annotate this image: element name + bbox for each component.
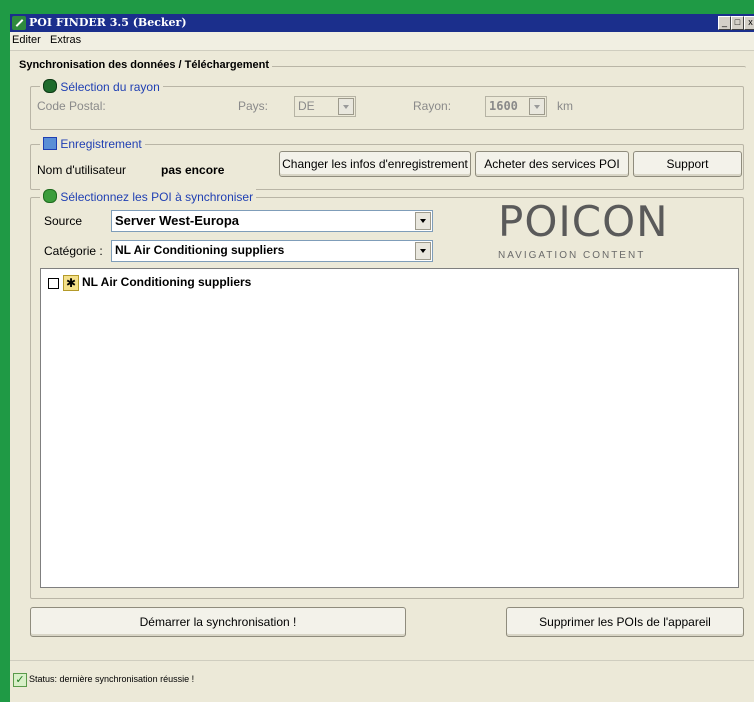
postal-code-label: Code Postal: [37, 99, 106, 113]
change-registration-button[interactable]: Changer les infos d'enregistrement [279, 151, 471, 177]
sync-icon [43, 189, 57, 203]
username-value: pas encore [161, 163, 225, 177]
sync-group-title: Synchronisation des données / Télécharge… [16, 59, 273, 71]
source-select-value: Server West-Europa [115, 213, 240, 228]
status-text: Status: dernière synchronisation réussie… [29, 674, 195, 684]
status-bar: ✓ Status: dernière synchronisation réuss… [10, 660, 754, 702]
app-logo-icon [12, 16, 26, 30]
chevron-down-icon[interactable] [529, 98, 545, 115]
chevron-down-icon[interactable] [415, 212, 431, 230]
minimize-button[interactable]: _ [718, 16, 731, 30]
poi-group-title-wrap: Sélectionnez les POI à synchroniser [40, 189, 257, 204]
category-select-value: NL Air Conditioning suppliers [115, 243, 285, 257]
poicon-logo: POICON [498, 197, 669, 246]
poicon-logo-subtitle: NAVIGATION CONTENT [498, 250, 646, 261]
window-title: POI FINDER 3.5 (Becker) [29, 16, 187, 29]
category-select[interactable]: NL Air Conditioning suppliers [111, 240, 433, 262]
source-select[interactable]: Server West-Europa [111, 210, 433, 232]
title-bar[interactable]: POI FINDER 3.5 (Becker) _ □ x [10, 14, 754, 32]
start-sync-button[interactable]: Démarrer la synchronisation ! [30, 607, 406, 637]
buy-poi-services-button[interactable]: Acheter des services POI [475, 151, 629, 177]
tree-item[interactable]: ✱ NL Air Conditioning suppliers [47, 274, 347, 291]
support-button[interactable]: Support [633, 151, 742, 177]
radius-select[interactable]: 1600 [485, 96, 547, 117]
registration-group-title-wrap: Enregistrement [40, 137, 145, 151]
poi-tree[interactable]: ✱ NL Air Conditioning suppliers [40, 268, 739, 588]
menu-editer[interactable]: Editer [12, 34, 41, 46]
country-select[interactable]: DE [294, 96, 356, 117]
globe-icon [43, 79, 57, 93]
maximize-button[interactable]: □ [731, 16, 744, 30]
calendar-icon [43, 137, 57, 150]
poi-checkbox[interactable] [48, 278, 59, 289]
radius-group-title-wrap: Sélection du rayon [40, 79, 163, 94]
username-label: Nom d'utilisateur [37, 163, 126, 177]
country-select-value: DE [298, 99, 315, 113]
chevron-down-icon[interactable] [415, 242, 431, 260]
app-window: POI FINDER 3.5 (Becker) _ □ x Editer Ext… [10, 14, 754, 702]
country-label: Pays: [238, 99, 269, 113]
poi-group-title: Sélectionnez les POI à synchroniser [60, 190, 254, 204]
close-button[interactable]: x [744, 16, 754, 30]
menu-bar: Editer Extras [10, 32, 754, 51]
tree-item-label: NL Air Conditioning suppliers [82, 275, 252, 289]
registration-group-title: Enregistrement [60, 137, 142, 151]
check-icon: ✓ [13, 673, 27, 687]
radius-group-title: Sélection du rayon [60, 80, 160, 94]
source-label: Source [44, 214, 83, 228]
delete-pois-button[interactable]: Supprimer les POIs de l'appareil [506, 607, 744, 637]
category-label: Catégorie : [44, 244, 103, 258]
menu-extras[interactable]: Extras [50, 34, 81, 46]
chevron-down-icon[interactable] [338, 98, 354, 115]
sun-icon: ✱ [63, 275, 79, 291]
radius-select-value: 1600 [489, 99, 518, 113]
radius-label: Rayon: [413, 99, 452, 113]
radius-unit: km [557, 99, 573, 113]
